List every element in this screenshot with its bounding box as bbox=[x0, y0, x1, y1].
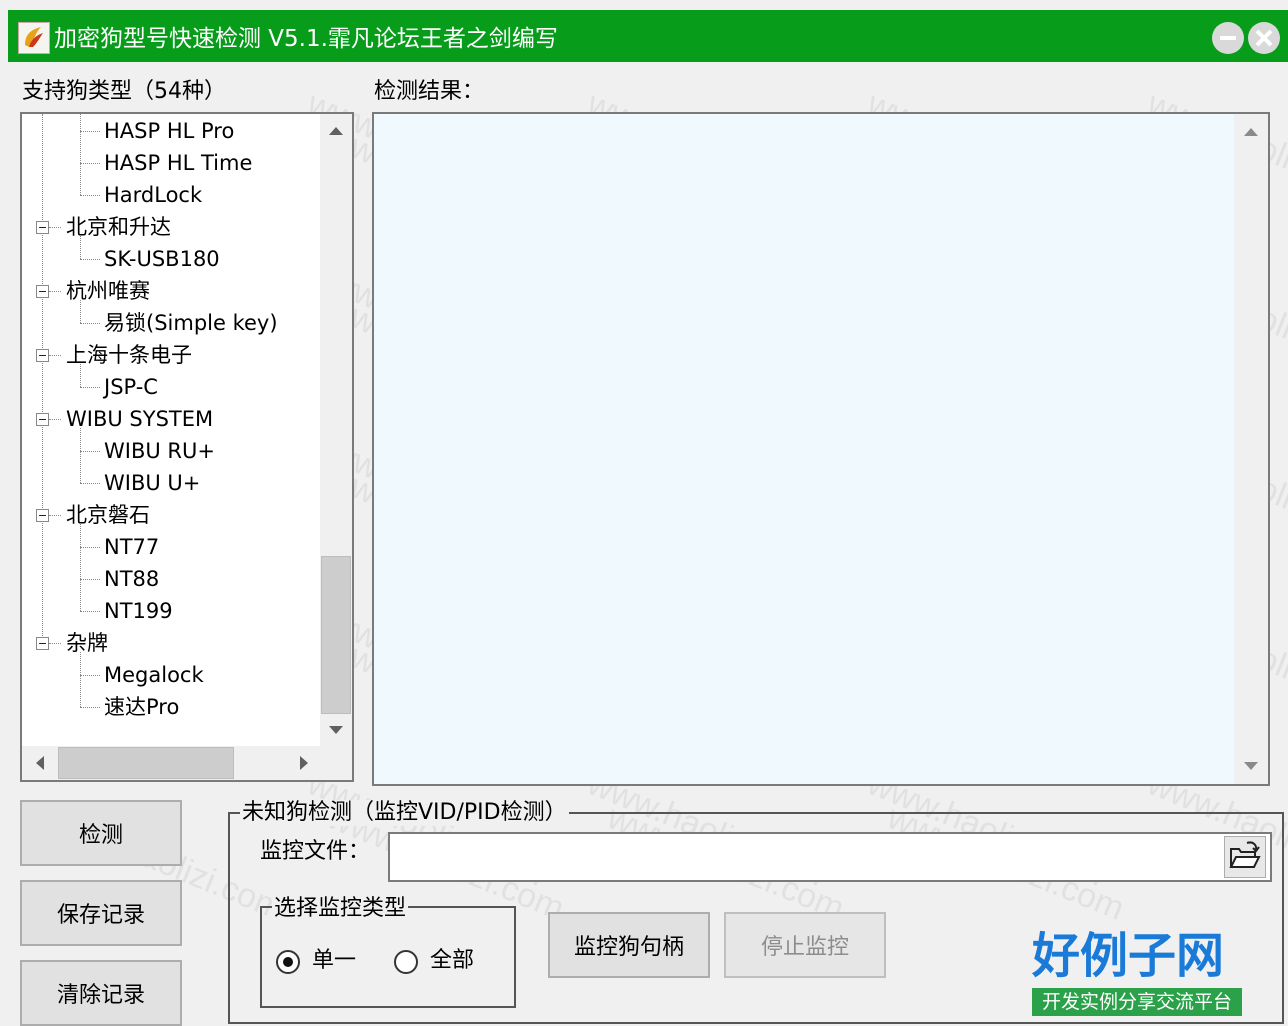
brand-logo: 好例子网 bbox=[1032, 928, 1225, 984]
arrow-down-icon bbox=[329, 726, 343, 734]
monitor-handle-button[interactable]: 监控狗句柄 bbox=[548, 912, 710, 978]
monitor-type-legend: 选择监控类型 bbox=[272, 896, 409, 922]
hscroll-thumb[interactable] bbox=[58, 747, 234, 779]
tree-group-item[interactable]: 上海十条电子 bbox=[66, 340, 192, 370]
tree-branch-line bbox=[80, 428, 81, 483]
tree-group-item[interactable]: 北京磐石 bbox=[66, 500, 150, 530]
scroll-up-button[interactable] bbox=[320, 114, 352, 148]
tree-branch-line bbox=[80, 652, 81, 707]
folder-open-icon bbox=[1229, 841, 1261, 868]
collapse-icon[interactable] bbox=[36, 285, 49, 298]
results-scroll-down-button[interactable] bbox=[1234, 748, 1268, 784]
brand-tagline: 开发实例分享交流平台 bbox=[1032, 988, 1242, 1016]
results-textarea[interactable] bbox=[372, 112, 1270, 786]
results-label: 检测结果： bbox=[374, 79, 485, 104]
tree-connector bbox=[80, 579, 100, 580]
tree-viewport: HASP HL Pro HASP HL Time HardLock 北京和升达 SK-U… bbox=[22, 114, 320, 746]
tree-connector bbox=[80, 707, 100, 708]
scroll-right-button[interactable] bbox=[288, 746, 320, 780]
scroll-down-button[interactable] bbox=[320, 714, 352, 746]
stop-monitor-button[interactable]: 停止监控 bbox=[724, 912, 886, 978]
scroll-left-button[interactable] bbox=[22, 746, 58, 780]
collapse-icon[interactable] bbox=[36, 637, 49, 650]
tree-leaf-item[interactable]: SK-USB180 bbox=[104, 244, 220, 274]
tree-leaf-item[interactable]: 易锁(Simple key) bbox=[104, 308, 278, 338]
app-icon bbox=[18, 22, 50, 54]
browse-file-button[interactable] bbox=[1224, 836, 1266, 878]
dongle-type-tree[interactable]: HASP HL Pro HASP HL Time HardLock 北京和升达 SK-U… bbox=[20, 112, 354, 782]
tree-group-item[interactable]: 杂牌 bbox=[66, 628, 108, 658]
radio-single-label[interactable]: 单一 bbox=[312, 947, 356, 975]
tree-root-line bbox=[42, 114, 43, 644]
monitor-file-input[interactable] bbox=[390, 834, 1226, 878]
tree-connector bbox=[80, 451, 100, 452]
tree-connector bbox=[49, 291, 61, 292]
tree-connector bbox=[49, 419, 61, 420]
tree-branch-line bbox=[80, 524, 81, 611]
tree-vertical-scrollbar[interactable] bbox=[320, 114, 352, 746]
tree-connector bbox=[49, 515, 61, 516]
tree-group-item[interactable]: WIBU SYSTEM bbox=[66, 404, 213, 434]
tree-leaf-item[interactable]: JSP-C bbox=[104, 372, 158, 402]
supported-types-label: 支持狗类型（54种） bbox=[22, 79, 226, 104]
tree-branch-line bbox=[80, 114, 81, 195]
tree-group-item[interactable]: 北京和升达 bbox=[66, 212, 171, 242]
tree-connector bbox=[80, 483, 100, 484]
detect-button[interactable]: 检测 bbox=[20, 800, 182, 866]
tree-connector bbox=[80, 547, 100, 548]
tree-group-item[interactable]: 杭州唯赛 bbox=[66, 276, 150, 306]
clear-log-button[interactable]: 清除记录 bbox=[20, 960, 182, 1026]
tree-connector bbox=[80, 611, 100, 612]
close-icon bbox=[1255, 29, 1273, 47]
minimize-icon bbox=[1220, 36, 1236, 40]
arrow-left-icon bbox=[36, 756, 44, 770]
radio-all[interactable] bbox=[394, 950, 418, 974]
arrow-up-icon bbox=[329, 127, 343, 135]
save-log-button[interactable]: 保存记录 bbox=[20, 880, 182, 946]
window-title: 加密狗型号快速检测 V5.1.霏凡论坛王者之剑编写 bbox=[54, 26, 558, 52]
tree-leaf-item[interactable]: WIBU RU+ bbox=[104, 436, 215, 466]
tree-leaf-item[interactable]: HASP HL Time bbox=[104, 148, 252, 178]
collapse-icon[interactable] bbox=[36, 413, 49, 426]
tree-connector bbox=[80, 131, 100, 132]
collapse-icon[interactable] bbox=[36, 509, 49, 522]
radio-single[interactable] bbox=[276, 950, 300, 974]
tree-connector bbox=[80, 323, 100, 324]
minimize-button[interactable] bbox=[1212, 22, 1244, 54]
unknown-dongle-legend: 未知狗检测（监控VID/PID检测） bbox=[240, 800, 569, 826]
tree-connector bbox=[80, 195, 100, 196]
tree-connector bbox=[49, 227, 61, 228]
collapse-icon[interactable] bbox=[36, 221, 49, 234]
tree-leaf-item[interactable]: NT77 bbox=[104, 532, 159, 562]
tree-leaf-item[interactable]: HardLock bbox=[104, 180, 202, 210]
tree-connector bbox=[80, 259, 100, 260]
monitor-file-field[interactable] bbox=[388, 832, 1272, 882]
radio-all-label[interactable]: 全部 bbox=[430, 947, 474, 975]
tree-leaf-item[interactable]: NT88 bbox=[104, 564, 159, 594]
tree-connector bbox=[80, 163, 100, 164]
monitor-file-label: 监控文件： bbox=[260, 839, 371, 864]
tree-leaf-item[interactable]: HASP HL Pro bbox=[104, 116, 234, 146]
tree-leaf-item[interactable]: NT199 bbox=[104, 596, 173, 626]
arrow-down-icon bbox=[1244, 762, 1258, 770]
arrow-right-icon bbox=[300, 756, 308, 770]
arrow-up-icon bbox=[1244, 128, 1258, 136]
results-vertical-scrollbar[interactable] bbox=[1234, 114, 1268, 784]
collapse-icon[interactable] bbox=[36, 349, 49, 362]
tree-horizontal-scrollbar[interactable] bbox=[22, 746, 320, 780]
tree-leaf-item[interactable]: 速达Pro bbox=[104, 692, 179, 722]
results-scroll-up-button[interactable] bbox=[1234, 114, 1268, 150]
close-button[interactable] bbox=[1248, 22, 1280, 54]
tree-connector bbox=[80, 675, 100, 676]
tree-connector bbox=[49, 643, 61, 644]
scroll-corner bbox=[320, 746, 352, 780]
tree-connector bbox=[80, 387, 100, 388]
tree-connector bbox=[49, 355, 61, 356]
tree-leaf-item[interactable]: Megalock bbox=[104, 660, 204, 690]
tree-leaf-item[interactable]: WIBU U+ bbox=[104, 468, 200, 498]
scroll-thumb[interactable] bbox=[321, 556, 351, 714]
